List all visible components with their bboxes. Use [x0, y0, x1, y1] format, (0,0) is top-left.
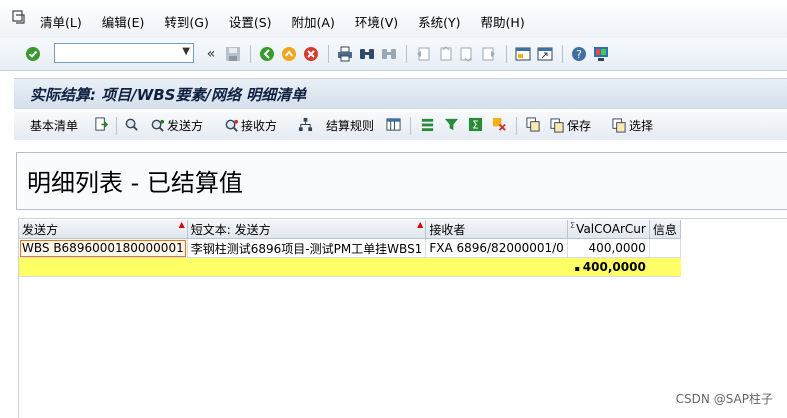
sort-indicator-icon: ▲ — [178, 220, 185, 229]
standard-toolbar: ▼ « ? — [0, 38, 787, 71]
total-cell-info — [649, 257, 681, 277]
cell-receiver[interactable]: FXA 6896/82000001/0 — [425, 238, 568, 258]
watermark: CSDN @SAP柱子 — [675, 392, 773, 406]
cell-short-text[interactable]: 李钢柱测试6896项目-测试PM工单挂WBS1 — [187, 238, 427, 258]
hierarchy-icon — [298, 117, 313, 132]
total-cell-value[interactable]: ▪ 400,0000 — [567, 257, 650, 277]
menu-settings[interactable]: 设置(S) — [229, 12, 272, 31]
exit-icon[interactable] — [280, 45, 298, 63]
application-toolbar: 基本清单 发送方 接收方 结算规则 Σ 保存 选择 — [14, 112, 787, 140]
total-marker-icon: ▪ — [574, 264, 583, 273]
previous-page-icon[interactable] — [436, 45, 454, 63]
settlement-rule-button[interactable]: 结算规则 — [326, 117, 374, 134]
screen-title-bar: 实际结算: 项目/WBS要素/网络 明细清单 — [14, 78, 787, 109]
receiver-button[interactable]: 接收方 — [224, 117, 277, 134]
new-session-icon[interactable] — [514, 45, 532, 63]
export-button[interactable] — [94, 117, 111, 132]
total-cell-text — [187, 257, 427, 277]
menu-extras[interactable]: 附加(A) — [292, 12, 335, 31]
chevron-down-icon[interactable]: ▼ — [182, 46, 190, 57]
column-header-value[interactable]: Σ ValCOArCur — [567, 220, 650, 239]
select-layout-button[interactable]: 选择 — [612, 117, 653, 134]
section-heading: 明细列表 - 已结算值 — [27, 169, 243, 197]
svg-text:Σ: Σ — [472, 119, 479, 131]
column-header-info[interactable]: 信息 — [649, 220, 681, 239]
total-row[interactable]: ▪ 400,0000 — [19, 257, 681, 277]
total-cell-receiver — [425, 257, 568, 277]
layout-button[interactable] — [386, 117, 403, 132]
menu-goto[interactable]: 转到(G) — [164, 12, 208, 31]
find-icon[interactable] — [358, 45, 376, 63]
alv-grid: 发送方 ▲ 短文本: 发送方 ▲ 接收者 Σ ValCOArCur 信息 WBS B6… — [18, 218, 787, 418]
menu-edit[interactable]: 编辑(E) — [102, 12, 145, 31]
page-title: 实际结算: 项目/WBS要素/网络 明细清单 — [30, 86, 307, 104]
basic-list-button[interactable]: 基本清单 — [30, 117, 78, 134]
menu-environment[interactable]: 环境(V) — [355, 12, 398, 31]
columns-icon — [386, 118, 401, 131]
last-page-icon[interactable] — [480, 45, 498, 63]
menu-system[interactable]: 系统(Y) — [418, 12, 460, 31]
detail-table: 发送方 ▲ 短文本: 发送方 ▲ 接收者 Σ ValCOArCur 信息 WBS B6… — [19, 220, 681, 277]
sort-ascending-icon — [421, 118, 434, 132]
hierarchy-button[interactable] — [298, 117, 315, 132]
column-header-receiver[interactable]: 接收者 — [425, 220, 568, 239]
detail-button[interactable] — [124, 117, 141, 132]
help-icon[interactable]: ? — [570, 45, 588, 63]
table-row[interactable]: WBS B6896000180000001 李钢柱测试6896项目-测试PM工单… — [19, 238, 681, 258]
magnifier-icon — [125, 118, 138, 131]
settlement-rule-label: 结算规则 — [326, 119, 375, 133]
menu-bar: 清单(L) 编辑(E) 转到(G) 设置(S) 附加(A) 环境(V) 系统(Y… — [0, 0, 787, 39]
menu-help[interactable]: 帮助(H) — [481, 12, 525, 31]
shortcut-icon[interactable] — [536, 45, 554, 63]
subtotal-icon — [492, 117, 506, 131]
save-layout-button[interactable]: 保存 — [550, 117, 591, 134]
copy-button[interactable] — [526, 117, 543, 132]
save-icon[interactable] — [224, 45, 242, 63]
command-field[interactable]: ▼ — [54, 43, 194, 63]
save-layout-label: 保存 — [567, 119, 592, 133]
column-header-short-text[interactable]: 短文本: 发送方 ▲ — [187, 220, 427, 239]
sender-button[interactable]: 发送方 — [150, 117, 203, 134]
select-layout-icon — [612, 118, 626, 133]
sort-ascending-button[interactable] — [420, 117, 437, 132]
sum-marker-icon: Σ — [569, 221, 575, 230]
basic-list-label: 基本清单 — [30, 119, 79, 133]
copy-icon — [526, 117, 540, 132]
customize-layout-icon[interactable] — [592, 45, 610, 63]
sum-icon: Σ — [468, 117, 483, 131]
find-next-icon[interactable] — [380, 45, 398, 63]
cancel-icon[interactable] — [302, 45, 320, 63]
command-input[interactable] — [57, 45, 179, 63]
column-header-sender[interactable]: 发送方 ▲ — [19, 220, 188, 239]
sort-indicator-icon: ▲ — [417, 220, 424, 229]
first-page-icon[interactable] — [414, 45, 432, 63]
save-layout-icon — [550, 118, 564, 133]
cell-info[interactable] — [649, 238, 681, 258]
print-icon[interactable] — [336, 45, 354, 63]
sender-label: 发送方 — [167, 119, 204, 133]
total-cell-sender — [19, 257, 188, 277]
subtotal-button[interactable] — [492, 117, 509, 132]
back-icon[interactable] — [258, 45, 276, 63]
svg-text:?: ? — [576, 48, 582, 61]
enter-icon[interactable] — [24, 45, 42, 63]
magnifier-sender-icon — [151, 119, 165, 132]
export-icon — [95, 117, 109, 131]
cell-sender[interactable]: WBS B6896000180000001 — [19, 238, 188, 258]
next-page-icon[interactable] — [458, 45, 476, 63]
total-button[interactable]: Σ — [468, 117, 485, 132]
window-menu-icon[interactable] — [12, 10, 26, 24]
cell-value[interactable]: 400,0000 — [567, 238, 650, 258]
filter-button[interactable] — [444, 117, 461, 132]
magnifier-receiver-icon — [225, 119, 239, 132]
filter-icon — [444, 118, 459, 131]
list-header-panel: 明细列表 - 已结算值 — [16, 152, 787, 210]
menu-list[interactable]: 清单(L) — [40, 12, 82, 31]
receiver-label: 接收方 — [241, 119, 278, 133]
collapse-icon[interactable]: « — [202, 45, 220, 63]
select-layout-label: 选择 — [629, 119, 654, 133]
